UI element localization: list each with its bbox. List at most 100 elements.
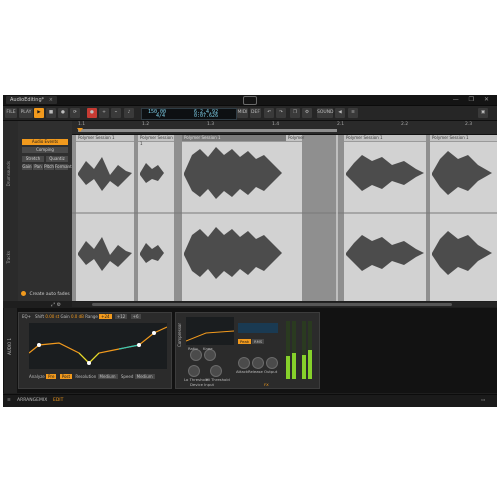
playhead-marker-icon[interactable] — [77, 128, 83, 132]
eq-band-handle[interactable] — [87, 361, 91, 365]
comp-title: Compressor — [177, 323, 182, 347]
eq-band-curve — [118, 344, 140, 350]
speaker-icon[interactable]: ◀ — [335, 108, 345, 118]
eq-speed-select[interactable]: Medium — [134, 374, 155, 379]
eq-graph[interactable] — [28, 323, 168, 369]
eq-band-handle[interactable] — [37, 343, 41, 347]
eq-device: EQ+ Shift 0.00 st Gain 0.0 dB Range +24 … — [18, 312, 172, 389]
scrollbar-thumb[interactable] — [92, 303, 452, 306]
horizontal-scrollbar[interactable] — [72, 302, 497, 307]
status-bar: ≡ ARRANGE MIX EDIT ▭ — [3, 394, 497, 407]
edit-tab[interactable]: EDIT — [53, 398, 63, 403]
audio-events-button[interactable]: Audio Events — [22, 139, 68, 145]
track-name-label: Drumsounds — [6, 161, 11, 187]
ruler-tick: 2.2 — [401, 122, 409, 127]
eq-range-option[interactable]: +24 — [99, 314, 112, 319]
meter-fill — [286, 355, 290, 379]
ruler-tick: 2.3 — [465, 122, 473, 127]
comp-rms-button[interactable]: RMS — [252, 339, 265, 344]
eq-curve — [28, 326, 168, 364]
redo-icon[interactable]: ↷ — [276, 108, 286, 118]
eq-band-handle[interactable] — [152, 331, 156, 335]
eq-range-option[interactable]: +12 — [114, 314, 128, 319]
comp-gain-reduction-display — [238, 323, 278, 333]
loop-icon[interactable]: ⟳ — [70, 108, 80, 118]
attack-label: Attack — [236, 369, 249, 374]
mode-def-button[interactable]: DEF — [250, 108, 261, 118]
eq-pre-button[interactable]: Pre — [46, 374, 57, 379]
undo-icon[interactable]: ↶ — [264, 108, 274, 118]
comp-peak-button[interactable]: Peak — [238, 339, 252, 344]
loop-region[interactable] — [78, 129, 337, 132]
app-logo-icon — [243, 96, 257, 105]
project-tab-label: AudioEditing* — [10, 97, 45, 103]
eq-resolution-select[interactable]: Medium — [97, 374, 118, 379]
comping-button[interactable]: Comping — [22, 147, 68, 153]
stop-icon[interactable]: ■ — [46, 108, 56, 118]
window-controls[interactable]: — ❐ ✕ — [453, 96, 493, 104]
eq-range-label: Range — [85, 314, 98, 319]
waveform-layer — [72, 135, 497, 301]
transport-display: 150.00 4/4 6.2.4.92 0:07.626 — [141, 108, 237, 120]
comp-curve-graph — [186, 317, 234, 345]
output-label: Output — [264, 369, 278, 374]
arrange-tab[interactable]: ARRANGE — [17, 398, 39, 403]
waveform-top — [78, 147, 492, 199]
gain-button[interactable]: Gain — [22, 164, 32, 170]
stretch-button[interactable]: Stretch — [22, 156, 44, 162]
eq-gain-label: Gain — [60, 314, 70, 319]
hi-threshold-knob[interactable] — [210, 365, 222, 377]
layout-icon[interactable]: ▭ — [481, 398, 485, 403]
eq-range-option[interactable]: +6 — [130, 314, 141, 319]
output-knob[interactable] — [266, 357, 278, 369]
daw-window: AudioEditing* × — ❐ ✕ FILE PLAY ▶ ■ ● ⟳ … — [3, 95, 497, 407]
ruler-tick: 1.3 — [207, 122, 215, 127]
mix-tab[interactable]: MIX — [39, 398, 47, 403]
auto-fades-toggle[interactable]: Create auto fades — [21, 291, 70, 297]
overdub-icon[interactable]: + — [99, 108, 109, 118]
time-signature[interactable]: 4/4 — [156, 114, 165, 119]
play-menu-button[interactable]: PLAY — [19, 108, 33, 118]
timeline-ruler[interactable]: 1.1 1.2 1.3 1.4 2.1 2.2 2.3 — [72, 121, 497, 135]
device-chain: AUDIO 1 EQ+ Shift 0.00 st Gain 0.0 dB Ra… — [3, 308, 497, 393]
metronome-icon[interactable]: ♪ — [124, 108, 134, 118]
level-meter-right — [292, 321, 296, 379]
eq-post-button[interactable]: Post — [59, 374, 73, 379]
eq-band-handle[interactable] — [137, 343, 141, 347]
menu-icon[interactable]: ≡ — [7, 398, 11, 403]
eq-title: EQ+ — [22, 314, 32, 319]
device-track-label: AUDIO 1 — [4, 308, 17, 393]
pitch-button[interactable]: Pitch — [44, 164, 54, 170]
mode-midi-button[interactable]: MIDI — [237, 108, 248, 118]
automation-icon[interactable]: ⌁ — [111, 108, 121, 118]
ratio-label: Ratio — [188, 346, 198, 351]
toggle-icon — [21, 291, 26, 296]
eq-shift-value[interactable]: 0.00 st — [45, 314, 59, 319]
sound-button[interactable]: SOUND — [317, 108, 334, 118]
device-input-select[interactable]: Device Input — [190, 382, 214, 387]
file-button[interactable]: FILE — [5, 108, 17, 118]
arranger-view[interactable]: Polymer Session 1 Polymer Session 1 Poly… — [72, 135, 497, 301]
record-arm-icon[interactable]: ● — [58, 108, 68, 118]
formant-button[interactable]: Formant — [55, 164, 72, 170]
eq-gain-value[interactable]: 0.0 dB — [71, 314, 84, 319]
panel-toggle-icon[interactable]: ▣ — [478, 108, 488, 118]
ruler-tick: 1.2 — [142, 122, 150, 127]
play-icon[interactable]: ▶ — [34, 108, 44, 118]
mixer-icon[interactable]: ≡ — [348, 108, 358, 118]
lo-threshold-knob[interactable] — [188, 365, 200, 377]
meter-fill — [292, 352, 296, 379]
settings-icon[interactable]: ⚙ — [302, 108, 312, 118]
project-tab[interactable]: AudioEditing* × — [6, 96, 57, 104]
pan-button[interactable]: Pan — [33, 164, 43, 170]
output-meter-right — [308, 321, 312, 379]
copy-icon[interactable]: ❐ — [290, 108, 300, 118]
close-icon[interactable]: × — [49, 97, 53, 103]
fx-button[interactable]: FX — [264, 382, 269, 387]
tracks-label: Tracks — [6, 251, 11, 264]
quantize-button[interactable]: Quantiz — [46, 156, 68, 162]
eq-analyzer-label: Analyze — [29, 374, 45, 379]
release-knob[interactable] — [252, 357, 264, 369]
attack-knob[interactable] — [238, 357, 250, 369]
record-icon[interactable]: ● — [87, 108, 97, 118]
